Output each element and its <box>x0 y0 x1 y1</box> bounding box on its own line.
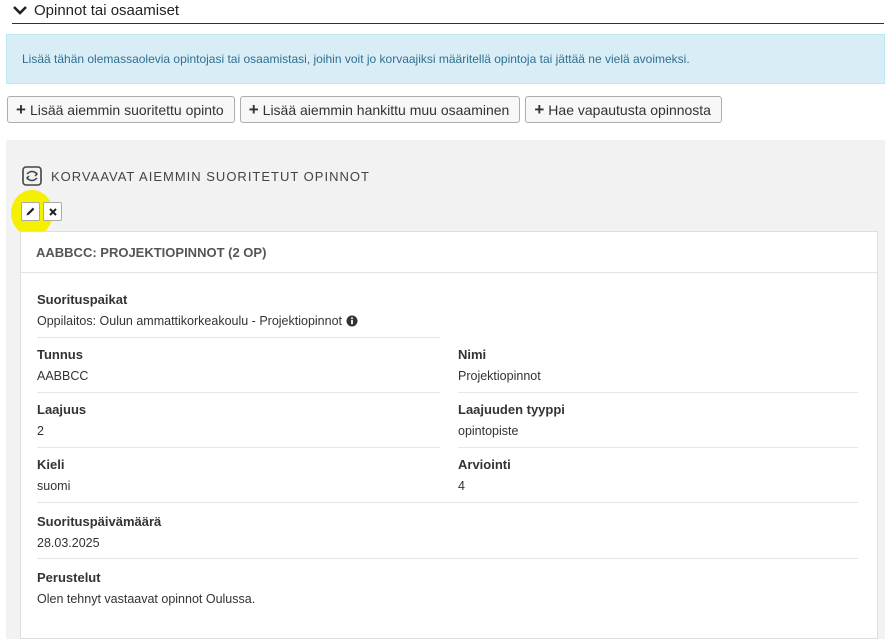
study-card: AABBCC: PROJEKTIOPINNOT (2 OP) Suoritusp… <box>20 231 878 639</box>
field-value: 4 <box>458 479 465 493</box>
add-previous-study-button[interactable]: + Lisää aiemmin suoritettu opinto <box>7 96 235 123</box>
chevron-down-icon <box>13 6 27 15</box>
panel-header: KORVAAVAT AIEMMIN SUORITETUT OPINNOT <box>22 166 370 186</box>
field-label: Laajuuden tyyppi <box>458 402 565 417</box>
field-value: 28.03.2025 <box>37 536 100 550</box>
plus-icon: + <box>534 100 545 119</box>
panel-title: KORVAAVAT AIEMMIN SUORITETUT OPINNOT <box>51 168 370 184</box>
study-card-title: AABBCC: PROJEKTIOPINNOT (2 OP) <box>21 232 877 273</box>
add-other-competence-button[interactable]: + Lisää aiemmin hankittu muu osaaminen <box>239 96 521 123</box>
plus-icon: + <box>16 100 26 119</box>
info-alert: Lisää tähän olemassaolevia opintojasi ta… <box>6 34 885 84</box>
field-tunnus: Tunnus AABBCC <box>37 347 88 383</box>
field-label: Perustelut <box>37 570 101 585</box>
divider <box>37 392 440 393</box>
field-laajuuden-tyyppi: Laajuuden tyyppi opintopiste <box>458 402 565 438</box>
field-label: Suorituspäivämäärä <box>37 514 162 529</box>
divider <box>37 337 440 338</box>
field-suorituspaikat: Suorituspaikat Oppilaitos: Oulun ammatti… <box>37 292 358 328</box>
delete-button[interactable] <box>43 202 62 221</box>
field-kieli: Kieli suomi <box>37 457 70 493</box>
field-label: Kieli <box>37 457 65 472</box>
action-buttons: + Lisää aiemmin suoritettu opinto + Lisä… <box>7 96 722 123</box>
divider <box>458 447 858 448</box>
info-alert-text: Lisää tähän olemassaolevia opintojasi ta… <box>22 52 690 66</box>
add-previous-study-label: Lisää aiemmin suoritettu opinto <box>29 101 224 118</box>
field-label: Nimi <box>458 347 487 362</box>
suorituspaikat-value: Oppilaitos: Oulun ammattikorkeakoulu - P… <box>37 314 343 328</box>
field-value: Olen tehnyt vastaavat opinnot Oulussa. <box>37 592 256 606</box>
field-label: Laajuus <box>37 402 87 417</box>
add-other-competence-label: Lisää aiemmin hankittu muu osaaminen <box>262 101 510 118</box>
info-circle-icon[interactable] <box>346 315 358 327</box>
field-label: Tunnus <box>37 347 83 362</box>
close-icon <box>48 207 57 216</box>
section-title: Opinnot tai osaamiset <box>34 1 180 19</box>
request-exemption-button[interactable]: + Hae vapautusta opinnosta <box>525 96 722 123</box>
divider <box>37 558 858 559</box>
field-perustelut: Perustelut Olen tehnyt vastaavat opinnot… <box>37 570 255 606</box>
field-value: Projektiopinnot <box>458 369 541 383</box>
field-label: Suorituspaikat <box>37 292 128 307</box>
field-label: Arviointi <box>458 457 511 472</box>
field-value: 2 <box>37 424 44 438</box>
field-arviointi: Arviointi 4 <box>458 457 511 493</box>
field-laajuus: Laajuus 2 <box>37 402 86 438</box>
section-header-toggle[interactable]: Opinnot tai osaamiset <box>12 0 884 24</box>
divider <box>458 392 858 393</box>
divider <box>37 502 858 503</box>
plus-icon: + <box>248 100 259 119</box>
field-value: opintopiste <box>458 424 519 438</box>
field-value: AABBCC <box>37 369 89 383</box>
pencil-icon <box>26 207 35 216</box>
divider <box>37 447 440 448</box>
field-suorituspaivamaara: Suorituspäivämäärä 28.03.2025 <box>37 514 161 550</box>
request-exemption-label: Hae vapautusta opinnosta <box>548 101 711 118</box>
field-value: suomi <box>37 479 71 493</box>
field-nimi: Nimi Projektiopinnot <box>458 347 541 383</box>
study-swap-icon <box>22 166 42 186</box>
replacing-studies-panel: KORVAAVAT AIEMMIN SUORITETUT OPINNOT AAB… <box>6 140 885 639</box>
edit-button[interactable] <box>21 202 40 221</box>
field-value: Oppilaitos: Oulun ammattikorkeakoulu - P… <box>37 314 358 328</box>
